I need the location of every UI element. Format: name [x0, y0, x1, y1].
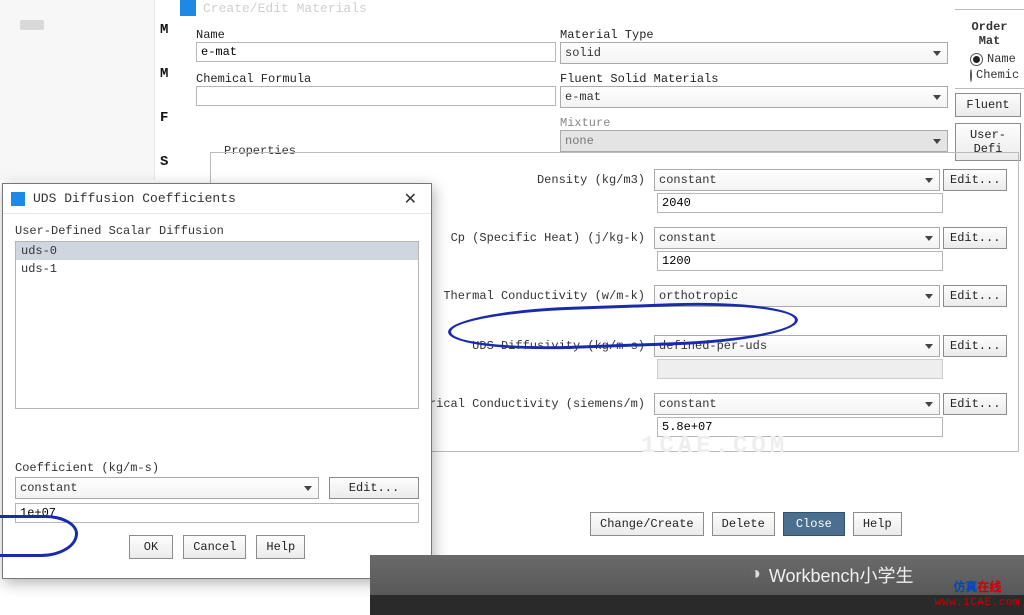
dialog-cancel-button[interactable]: Cancel	[183, 535, 246, 559]
elec-cond-method-select[interactable]: constant	[654, 393, 940, 415]
fluent-solid-label: Fluent Solid Materials	[560, 72, 948, 86]
close-button[interactable]: Close	[783, 512, 845, 536]
uds-diff-method-select[interactable]: defined-per-uds	[654, 335, 940, 357]
footer-text: Workbench小学生	[769, 562, 914, 588]
name-input[interactable]	[196, 42, 556, 62]
order-title: Order Mat	[960, 20, 1019, 48]
coefficient-edit-button[interactable]: Edit...	[329, 477, 419, 499]
dialog-help-button[interactable]: Help	[256, 535, 305, 559]
cp-value-input[interactable]	[657, 251, 943, 271]
coefficient-label: Coefficient (kg/m-s)	[15, 461, 419, 475]
list-item[interactable]: uds-0	[16, 242, 418, 260]
clipped-S: S	[160, 154, 168, 170]
collapsed-handle-icon	[20, 20, 44, 30]
watermark: 1CAE.COM	[641, 433, 788, 460]
help-button[interactable]: Help	[853, 512, 902, 536]
dialog-title: UDS Diffusion Coefficients	[33, 191, 236, 206]
site-badge: 仿真在线 www.1CAE.com	[935, 580, 1020, 610]
uds-diff-disabled-box	[657, 359, 943, 379]
name-label: Name	[196, 28, 556, 42]
chevron-down-icon	[933, 139, 941, 144]
list-item[interactable]: uds-1	[16, 260, 418, 278]
clipped-M: M	[160, 22, 168, 38]
chevron-down-icon	[304, 486, 312, 491]
chevron-down-icon	[925, 178, 933, 183]
wechat-icon: ◑	[750, 565, 761, 585]
chevron-down-icon	[925, 236, 933, 241]
dialog-app-icon	[11, 192, 25, 206]
chevron-down-icon	[933, 51, 941, 56]
footer-dark	[370, 595, 1024, 615]
chevron-down-icon	[925, 402, 933, 407]
coefficient-value-input[interactable]	[15, 503, 419, 523]
cp-edit-button[interactable]: Edit...	[943, 227, 1007, 249]
density-edit-button[interactable]: Edit...	[943, 169, 1007, 191]
dialog-subtitle: User-Defined Scalar Diffusion	[15, 224, 419, 238]
density-method-select[interactable]: constant	[654, 169, 940, 191]
clipped-M2: M	[160, 66, 168, 82]
thermal-cond-method-select[interactable]: orthotropic	[654, 285, 940, 307]
dialog-close-icon[interactable]: ✕	[398, 187, 423, 211]
delete-button[interactable]: Delete	[712, 512, 775, 536]
change-create-button[interactable]: Change/Create	[590, 512, 704, 536]
clipped-F: F	[160, 110, 168, 126]
mixture-select: none	[560, 130, 948, 152]
mixture-label: Mixture	[560, 116, 948, 130]
uds-coefficients-dialog: UDS Diffusion Coefficients ✕ User-Define…	[2, 183, 432, 579]
chem-formula-input[interactable]	[196, 86, 556, 106]
chevron-down-icon	[925, 344, 933, 349]
chem-formula-label: Chemical Formula	[196, 72, 556, 86]
dialog-ok-button[interactable]: OK	[129, 535, 173, 559]
elec-cond-edit-button[interactable]: Edit...	[943, 393, 1007, 415]
window-title: Create/Edit Materials	[203, 1, 367, 16]
app-icon	[180, 0, 196, 16]
coefficient-method-select[interactable]: constant	[15, 477, 319, 499]
material-type-select[interactable]: solid	[560, 42, 948, 64]
radio-name[interactable]: Name	[970, 52, 1019, 66]
fluent-db-button[interactable]: Fluent	[955, 93, 1021, 117]
uds-diff-edit-button[interactable]: Edit...	[943, 335, 1007, 357]
radio-chem[interactable]: Chemic	[970, 68, 1019, 82]
footer-band: ◑ Workbench小学生	[370, 555, 1024, 595]
density-value-input[interactable]	[657, 193, 943, 213]
material-type-label: Material Type	[560, 28, 948, 42]
thermal-cond-edit-button[interactable]: Edit...	[943, 285, 1007, 307]
clipped-labels: M M F S	[160, 22, 168, 198]
uds-list[interactable]: uds-0 uds-1	[15, 241, 419, 409]
chevron-down-icon	[925, 294, 933, 299]
chevron-down-icon	[933, 95, 941, 100]
fluent-solid-select[interactable]: e-mat	[560, 86, 948, 108]
cp-method-select[interactable]: constant	[654, 227, 940, 249]
